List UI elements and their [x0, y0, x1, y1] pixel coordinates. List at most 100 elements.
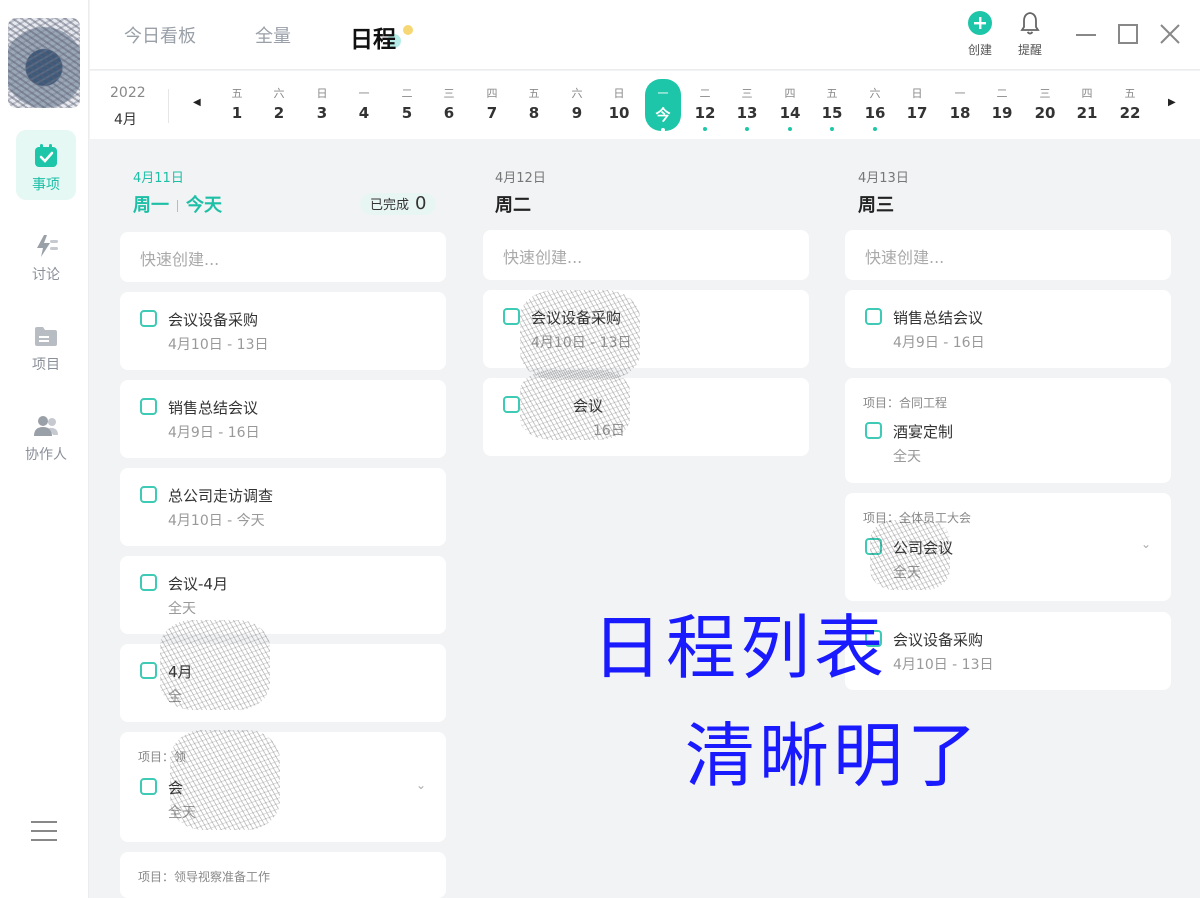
- quick-create-input[interactable]: 快速创建...: [483, 230, 809, 280]
- day-cell[interactable]: 二 19: [984, 85, 1020, 122]
- column-date: 4月12日: [495, 171, 546, 186]
- day-cell[interactable]: 二5: [389, 85, 425, 122]
- column-date: 4月13日: [858, 171, 909, 186]
- weekday-label: 周三: [858, 195, 894, 216]
- day-cell[interactable]: 六 16: [857, 85, 893, 131]
- prev-arrow-icon[interactable]: ◀: [193, 97, 201, 108]
- task-date: 4月9日 - 16日: [168, 425, 260, 441]
- day-number: 10: [608, 104, 630, 122]
- quick-create-input[interactable]: 快速创建...: [120, 232, 446, 282]
- weekday-label: 四: [486, 87, 498, 100]
- task-checkbox[interactable]: [503, 396, 520, 413]
- task-checkbox[interactable]: [865, 308, 882, 325]
- day-cell[interactable]: 日 10: [601, 85, 637, 122]
- day-number: 12: [694, 104, 716, 122]
- sidebar-item-discussion[interactable]: 讨论: [16, 220, 76, 290]
- year-label: 2022: [110, 85, 146, 101]
- task-checkbox[interactable]: [503, 308, 520, 325]
- weekday-label: 二: [699, 87, 711, 100]
- task-card[interactable]: 项目：全体员工大会 公司会议 全天 ⌄: [845, 493, 1171, 601]
- sidebar: 事项 讨论 项目 协作人: [0, 0, 89, 898]
- day-cell[interactable]: 五 15: [814, 85, 850, 131]
- task-title: 会议: [573, 397, 604, 415]
- sidebar-item-label: 讨论: [32, 267, 60, 283]
- task-card[interactable]: 4月 全: [120, 644, 446, 722]
- task-title: 会议设备采购: [168, 311, 259, 329]
- sidebar-item-projects[interactable]: 项目: [16, 310, 76, 380]
- task-card[interactable]: 会议设备采购 4月10日 - 13日: [483, 290, 809, 368]
- day-number: 21: [1076, 104, 1098, 122]
- tab-schedule[interactable]: 日程: [350, 20, 396, 54]
- day-number: 17: [906, 104, 928, 122]
- tab-notification-dot: [403, 25, 413, 35]
- day-cell[interactable]: 三 20: [1027, 85, 1063, 122]
- sidebar-item-collaborators[interactable]: 协作人: [16, 400, 76, 470]
- day-cell[interactable]: 日 17: [899, 85, 935, 122]
- remind-button[interactable]: 提醒: [1010, 10, 1050, 58]
- column-heading: 周三: [858, 191, 894, 217]
- project-label: 项目：合同工程: [863, 396, 948, 410]
- day-cell[interactable]: 六9: [559, 85, 595, 122]
- day-cell[interactable]: 五1: [219, 85, 255, 122]
- quick-create-input[interactable]: 快速创建...: [845, 230, 1171, 280]
- day-number: 16: [864, 104, 886, 122]
- task-card[interactable]: 项目：领导视察准备工作: [120, 852, 446, 898]
- create-button[interactable]: 创建: [960, 10, 1000, 58]
- hamburger-menu-icon[interactable]: [31, 820, 57, 842]
- task-card[interactable]: 销售总结会议 4月9日 - 16日: [845, 290, 1171, 368]
- day-cell[interactable]: 六2: [261, 85, 297, 122]
- bell-icon: [1020, 12, 1040, 35]
- task-title: 公司会议: [893, 539, 954, 557]
- tab-today-board[interactable]: 今日看板: [124, 22, 196, 48]
- day-number: 3: [316, 104, 328, 122]
- task-card[interactable]: 项目：领 会 全天 ⌄: [120, 732, 446, 842]
- task-checkbox[interactable]: [140, 574, 157, 591]
- task-checkbox[interactable]: [865, 422, 882, 439]
- task-card[interactable]: 项目：合同工程 酒宴定制 全天: [845, 378, 1171, 483]
- day-cell-today[interactable]: 一今: [645, 79, 681, 132]
- task-checkbox[interactable]: [140, 486, 157, 503]
- weekday-label: 三: [443, 87, 455, 100]
- avatar[interactable]: [8, 18, 80, 108]
- day-cell[interactable]: 四 21: [1069, 85, 1105, 122]
- day-cell[interactable]: 三 13: [729, 85, 765, 131]
- day-cell[interactable]: 四7: [474, 85, 510, 122]
- chevron-down-icon[interactable]: ⌄: [1141, 537, 1151, 551]
- day-cell[interactable]: 日3: [304, 85, 340, 122]
- task-card[interactable]: 会议-4月 全天: [120, 556, 446, 634]
- task-checkbox[interactable]: [140, 310, 157, 327]
- weekday-label: 五: [231, 87, 243, 100]
- day-number: 5: [401, 104, 413, 122]
- task-card[interactable]: 总公司走访调查 4月10日 - 今天: [120, 468, 446, 546]
- next-arrow-icon[interactable]: ▶: [1168, 97, 1176, 108]
- event-dot: [788, 127, 792, 131]
- task-card[interactable]: 会议 16日: [483, 378, 809, 456]
- overlay-caption-line2: 清晰明了: [685, 715, 981, 797]
- weekday-label: 周一: [133, 195, 169, 216]
- task-checkbox[interactable]: [140, 778, 157, 795]
- minimize-icon[interactable]: [1074, 22, 1098, 46]
- day-cell[interactable]: 二 12: [687, 85, 723, 131]
- day-cell[interactable]: 三6: [431, 85, 467, 122]
- event-dot: [703, 127, 707, 131]
- task-checkbox[interactable]: [140, 662, 157, 679]
- tab-all[interactable]: 全量: [255, 22, 291, 48]
- task-card[interactable]: 销售总结会议 4月9日 - 16日: [120, 380, 446, 458]
- task-card[interactable]: 会议设备采购 4月10日 - 13日: [845, 612, 1171, 690]
- lightning-icon: [37, 235, 58, 257]
- task-checkbox[interactable]: [865, 538, 882, 555]
- day-cell[interactable]: 一4: [346, 85, 382, 122]
- day-cell[interactable]: 五8: [516, 85, 552, 122]
- day-number: 8: [528, 104, 540, 122]
- weekday-label: 二: [401, 87, 413, 100]
- task-checkbox[interactable]: [140, 398, 157, 415]
- close-icon[interactable]: [1158, 22, 1182, 46]
- day-cell[interactable]: 四 14: [772, 85, 808, 131]
- task-title: 会议设备采购: [893, 631, 984, 649]
- sidebar-item-tasks[interactable]: 事项: [16, 130, 76, 200]
- task-card[interactable]: 会议设备采购 4月10日 - 13日: [120, 292, 446, 370]
- maximize-icon[interactable]: [1116, 22, 1140, 46]
- day-cell[interactable]: 一 18: [942, 85, 978, 122]
- day-cell[interactable]: 五 22: [1112, 85, 1148, 122]
- chevron-down-icon[interactable]: ⌄: [416, 778, 426, 792]
